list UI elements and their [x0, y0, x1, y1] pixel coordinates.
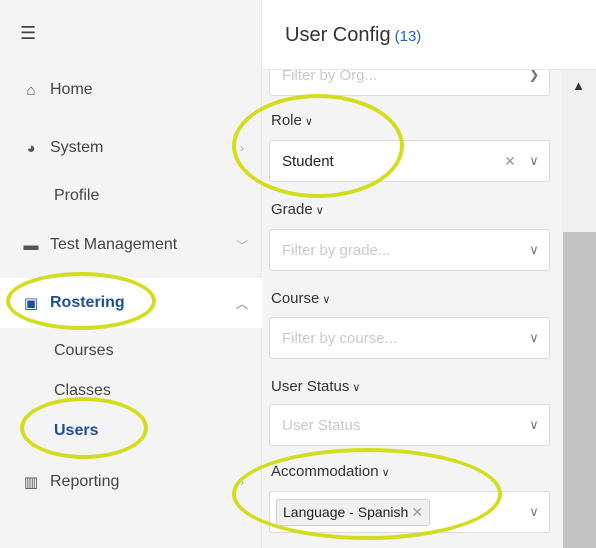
chevron-down-icon[interactable]: ∨: [519, 242, 549, 258]
scroll-up-icon[interactable]: ▲: [561, 78, 596, 98]
role-filter-select[interactable]: Student ✕ ∨: [269, 140, 550, 182]
page-title-text: User Config: [285, 24, 391, 46]
role-filter-value: Student: [282, 152, 334, 170]
sidebar-item-label: Home: [50, 81, 93, 98]
course-filter-select[interactable]: Filter by course... ∨: [269, 317, 550, 359]
scrollbar[interactable]: ▲: [561, 70, 596, 548]
org-filter-placeholder: Filter by Org...: [282, 70, 378, 84]
accommodation-filter-label-text: Accommodation: [271, 463, 379, 480]
sidebar-item-label: Test Management: [50, 236, 178, 253]
user-count-badge: (13): [394, 28, 422, 45]
chevron-down-icon: ﹀: [235, 238, 248, 253]
folder-icon: ▬: [23, 236, 39, 254]
remove-chip-icon[interactable]: ✕: [411, 504, 423, 520]
grade-filter-placeholder: Filter by grade...: [282, 241, 391, 259]
gauge-icon: ◕: [26, 139, 36, 157]
accommodation-filter-label[interactable]: Accommodation ∨: [271, 463, 390, 480]
sidebar-item-reporting[interactable]: ▥ Reporting ›: [0, 460, 262, 504]
grade-filter-select[interactable]: Filter by grade... ∨: [269, 229, 550, 271]
filter-panel: Filter by Org... ❯ Role ∨ Student ✕ ∨ Gra…: [263, 70, 561, 548]
sidebar-item-label: Rostering: [50, 294, 125, 311]
sidebar-subitem-profile[interactable]: Profile: [54, 187, 99, 205]
grade-filter-label[interactable]: Grade ∨: [271, 201, 324, 218]
chevron-down-icon: ∨: [381, 467, 390, 479]
sidebar-item-home[interactable]: ⌂ Home: [0, 68, 262, 112]
page-header: User Config (13): [263, 0, 596, 70]
org-filter-select[interactable]: Filter by Org... ❯: [269, 70, 550, 96]
sidebar-subitem-classes[interactable]: Classes: [54, 382, 111, 400]
chevron-down-icon: ›: [240, 141, 244, 155]
accommodation-chip-label: Language - Spanish: [283, 503, 409, 520]
course-filter-placeholder: Filter by course...: [282, 329, 398, 347]
accommodation-filter-select[interactable]: Language - Spanish ✕ ∨: [269, 491, 550, 533]
home-icon: ⌂: [26, 81, 36, 99]
chevron-down-icon: ›: [240, 475, 244, 489]
chevron-down-icon[interactable]: ❯: [519, 70, 549, 83]
accommodation-chip[interactable]: Language - Spanish ✕: [276, 498, 431, 526]
chevron-down-icon: ∨: [352, 382, 361, 394]
scrollbar-thumb[interactable]: [563, 232, 596, 548]
chart-icon: ▥: [23, 474, 39, 491]
status-filter-label-text: User Status: [271, 378, 350, 395]
role-filter-label[interactable]: Role ∨: [271, 112, 313, 129]
role-filter-label-text: Role: [271, 112, 302, 129]
badge-icon: ▣: [23, 295, 39, 312]
sidebar-subitem-users[interactable]: Users: [54, 422, 98, 440]
sidebar-item-test-management[interactable]: ▬ Test Management ﹀: [0, 223, 262, 267]
status-filter-label[interactable]: User Status ∨: [271, 378, 360, 395]
status-filter-select[interactable]: User Status ∨: [269, 404, 550, 446]
chevron-down-icon[interactable]: ∨: [519, 504, 549, 520]
page-title: User Config (13): [285, 24, 421, 47]
sidebar-item-label: System: [50, 139, 104, 156]
sidebar-item-rostering[interactable]: ▣ Rostering ︿: [0, 278, 262, 328]
chevron-down-icon: ∨: [315, 205, 324, 217]
sidebar-subitem-courses[interactable]: Courses: [54, 342, 114, 360]
status-filter-placeholder: User Status: [282, 416, 361, 434]
chevron-down-icon: ∨: [322, 294, 331, 306]
clear-icon[interactable]: ✕: [501, 153, 519, 170]
course-filter-label-text: Course: [271, 290, 320, 307]
chevron-down-icon[interactable]: ∨: [519, 330, 549, 346]
chevron-down-icon[interactable]: ∨: [519, 417, 549, 433]
sidebar-item-system[interactable]: ◕ System ›: [0, 126, 262, 170]
menu-icon[interactable]: ☰: [20, 22, 44, 44]
chevron-up-icon: ︿: [235, 296, 248, 311]
sidebar: ☰ ⌂ Home ◕ System › Profile ▬ Test Manag…: [0, 0, 262, 548]
chevron-down-icon[interactable]: ∨: [519, 153, 549, 169]
grade-filter-label-text: Grade: [271, 201, 313, 218]
sidebar-item-label: Reporting: [50, 473, 120, 490]
chevron-down-icon: ∨: [304, 116, 313, 128]
course-filter-label[interactable]: Course ∨: [271, 290, 330, 307]
